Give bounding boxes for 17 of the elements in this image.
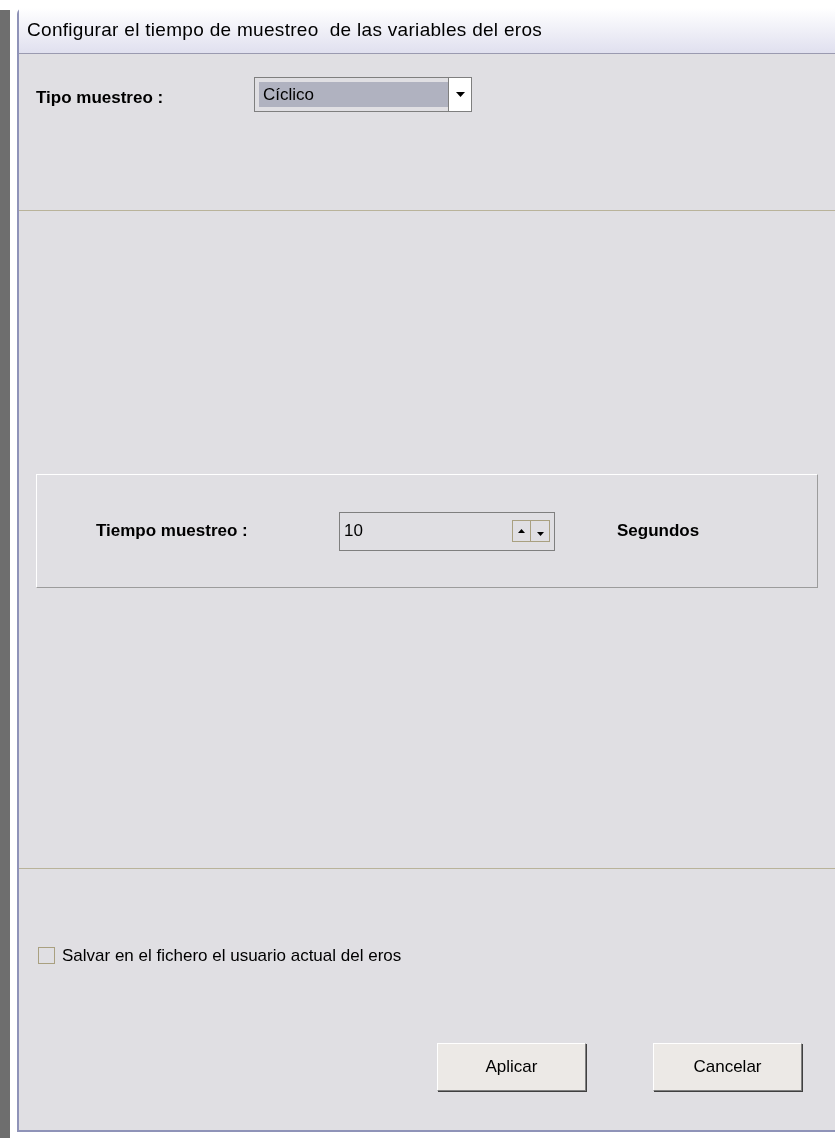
sampling-type-dropdown[interactable]: Cíclico <box>254 77 472 112</box>
spinner-value: 10 <box>344 520 364 543</box>
checkbox[interactable] <box>38 947 55 965</box>
window-title: Configurar el tiempo de muestreo de las variables del eros <box>27 18 543 43</box>
spin-down-button[interactable] <box>531 520 550 542</box>
field-label: Tipo muestreo : <box>36 87 165 109</box>
up-arrow-icon <box>518 529 525 533</box>
down-arrow-icon <box>536 532 544 536</box>
save-checkbox-row[interactable]: Salvar en el fichero el usuario actual del eros <box>38 943 402 969</box>
apply-button[interactable]: Aplicar <box>437 1043 586 1091</box>
checkbox-label: Salvar en el fichero el usuario actual del eros <box>62 945 402 967</box>
unit-label: Segundos <box>617 520 700 543</box>
sampling-time-spinner[interactable]: 10 <box>339 511 555 551</box>
field-label: Tiempo muestreo : <box>96 520 249 543</box>
dropdown-value: Cíclico <box>259 82 448 107</box>
cancel-button[interactable]: Cancelar <box>653 1043 802 1091</box>
spin-up-button[interactable] <box>512 520 531 542</box>
